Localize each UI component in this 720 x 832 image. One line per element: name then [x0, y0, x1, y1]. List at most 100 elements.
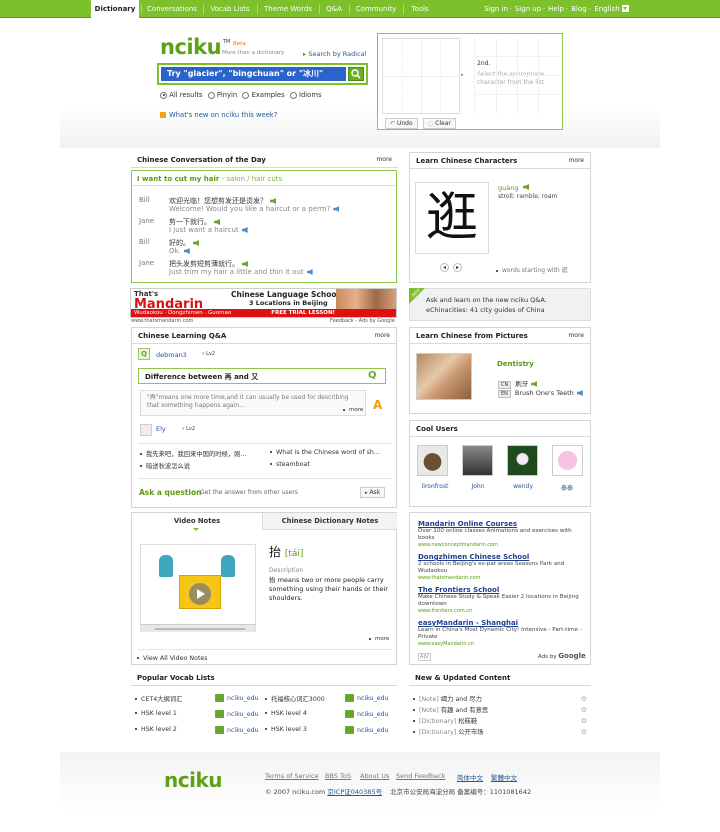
words-starting-link[interactable]: words starting with 逛 [496, 265, 568, 274]
qa-link[interactable]: What is the Chinese word of sh... [270, 449, 380, 456]
avatar[interactable] [507, 445, 538, 476]
ad-url[interactable]: www.thatsmandarin.com [131, 318, 193, 324]
next-icon[interactable]: ▸ [453, 263, 462, 272]
video-controls[interactable] [141, 624, 255, 632]
ad-item[interactable]: Dongzhimen Chinese School 2 schools in B… [418, 553, 588, 581]
user-name[interactable]: wendy [503, 483, 543, 490]
user-name[interactable]: John [458, 483, 498, 490]
tab-theme-words[interactable]: Theme Words [259, 0, 317, 18]
ads-by-google[interactable]: Ads by Google [538, 652, 586, 660]
ad-feedback[interactable]: Feedback - Ads by Google [330, 318, 395, 324]
update-item[interactable]: [Note] 竭力 and 尽力 [413, 694, 482, 703]
conversation-topic[interactable]: I want to cut my hair - salon / hair cut… [132, 171, 396, 186]
user-name[interactable]: 泰泰 [547, 483, 587, 492]
audio-icon[interactable] [531, 381, 538, 387]
vocab-list[interactable]: HSK level 4 [265, 710, 307, 717]
tab-dictionary-notes[interactable]: Chinese Dictionary Notes [263, 513, 397, 530]
help-link[interactable]: Help [547, 0, 565, 18]
tab-qa[interactable]: Q&A [321, 0, 347, 18]
blog-link[interactable]: Blog [570, 0, 588, 18]
sign-in-link[interactable]: Sign in [483, 0, 509, 18]
prev-icon[interactable]: ◂ [440, 263, 449, 272]
footer-logo[interactable]: nciku [164, 768, 223, 792]
picture-topic[interactable]: Dentistry [497, 360, 534, 368]
avatar[interactable] [417, 445, 448, 476]
adchoices-icon[interactable]: A|V [418, 653, 431, 661]
audio-icon[interactable] [241, 227, 248, 233]
ask-button[interactable]: ▸ Ask [360, 487, 386, 498]
question-title[interactable]: Difference between 再 and 又 [138, 368, 386, 384]
vocab-list[interactable]: CET4大纲词汇 [135, 694, 182, 703]
qa-link[interactable]: 我先来吧，我回来中国的时候，刚... [140, 449, 246, 458]
clear-button[interactable]: ◌ Clear [423, 118, 456, 129]
user-name[interactable]: lironfrost [415, 483, 455, 490]
radio-idioms[interactable] [289, 91, 297, 99]
radio-pinyin[interactable] [207, 91, 215, 99]
search-by-radical-link[interactable]: ▸ Search by Radical [303, 50, 366, 58]
vocab-user[interactable]: nciku_edu [345, 694, 389, 702]
video-player[interactable] [140, 544, 256, 632]
search-input[interactable]: Try "glacier", "bingchuan" or "冰川" [161, 67, 346, 81]
more-link[interactable]: more [568, 332, 584, 339]
footer-link[interactable]: Terms of Service [265, 772, 319, 780]
vocab-user[interactable]: nciku_edu [345, 710, 389, 718]
ad-item[interactable]: The Frontiers School Make Chinese Study … [418, 586, 588, 614]
ad-item[interactable]: Mandarin Online Courses Over 100 online … [418, 520, 588, 548]
footer-link[interactable]: Send Feedback [396, 772, 445, 780]
language-select[interactable]: English [593, 0, 621, 18]
audio-icon[interactable] [333, 206, 340, 212]
audio-icon[interactable] [214, 219, 220, 225]
footer-link[interactable]: About Us [360, 772, 389, 780]
search-button[interactable] [348, 67, 364, 81]
audio-icon[interactable] [306, 269, 313, 275]
play-icon[interactable] [189, 583, 211, 605]
vocab-user[interactable]: nciku_edu [215, 710, 259, 718]
whats-new-link[interactable]: What's new on nciku this week? [160, 111, 277, 119]
view-all-videos-link[interactable]: View All Video Notes [137, 655, 208, 662]
vocab-list[interactable]: HSK level 1 [135, 710, 177, 717]
vocab-list[interactable]: 托福核心词汇3000 [265, 694, 325, 703]
more-link[interactable]: more [568, 157, 584, 164]
qa-promo[interactable]: NEW Ask and learn on the new nciku Q&A. … [409, 287, 591, 321]
vocab-list[interactable]: HSK level 3 [265, 726, 307, 733]
picture-thumbnail[interactable] [416, 353, 472, 400]
vocab-list[interactable]: HSK level 2 [135, 726, 177, 733]
ad-item[interactable]: easyMandarin - Shanghai Learn in China's… [418, 619, 588, 647]
tab-community[interactable]: Community [351, 0, 401, 18]
footer-link[interactable]: BBS ToS [325, 772, 351, 780]
ask-question-link[interactable]: Ask a question [139, 488, 201, 497]
qa-link[interactable]: 暗送秋波怎么说 [140, 461, 190, 470]
audio-icon[interactable] [576, 390, 583, 396]
update-item[interactable]: [Dictionary] 公开市场 [413, 727, 483, 736]
avatar[interactable] [552, 445, 583, 476]
vocab-user[interactable]: nciku_edu [215, 694, 259, 702]
audio-icon[interactable] [270, 198, 276, 204]
audio-icon[interactable] [193, 240, 199, 246]
audio-icon[interactable] [183, 248, 190, 254]
update-item[interactable]: [Dictionary] 松糕鞋 [413, 716, 477, 725]
site-logo[interactable]: nciku [160, 35, 222, 59]
radio-examples[interactable] [242, 91, 250, 99]
audio-icon[interactable] [242, 261, 248, 267]
undo-button[interactable]: ↶ Undo [385, 118, 418, 129]
vocab-user[interactable]: nciku_edu [345, 726, 389, 734]
vocab-user[interactable]: nciku_edu [215, 726, 259, 734]
avatar[interactable] [462, 445, 493, 476]
ad-banner[interactable]: That's Mandarin Chinese Language School … [130, 288, 397, 318]
tab-conversations[interactable]: Conversations [143, 0, 201, 18]
tab-dictionary[interactable]: Dictionary [91, 0, 139, 19]
more-link[interactable]: more [376, 156, 392, 163]
lang-traditional[interactable]: 繁體中文 [491, 772, 517, 782]
tab-vocab-lists[interactable]: Vocab Lists [205, 0, 255, 18]
lang-simplified[interactable]: 简体中文 [457, 772, 483, 782]
radio-all-results[interactable] [160, 91, 167, 99]
audio-icon[interactable] [523, 184, 529, 190]
tab-tools[interactable]: Tools [405, 0, 435, 18]
asker[interactable]: debman3 [156, 351, 187, 359]
language-dropdown-icon[interactable] [622, 5, 629, 12]
qa-link[interactable]: steamboat [270, 461, 310, 468]
more-link[interactable]: more [374, 332, 390, 339]
sign-up-link[interactable]: Sign up [514, 0, 542, 18]
video-more-link[interactable]: more [369, 636, 389, 642]
update-item[interactable]: [Note] 有趣 and 有意思 [413, 705, 488, 714]
